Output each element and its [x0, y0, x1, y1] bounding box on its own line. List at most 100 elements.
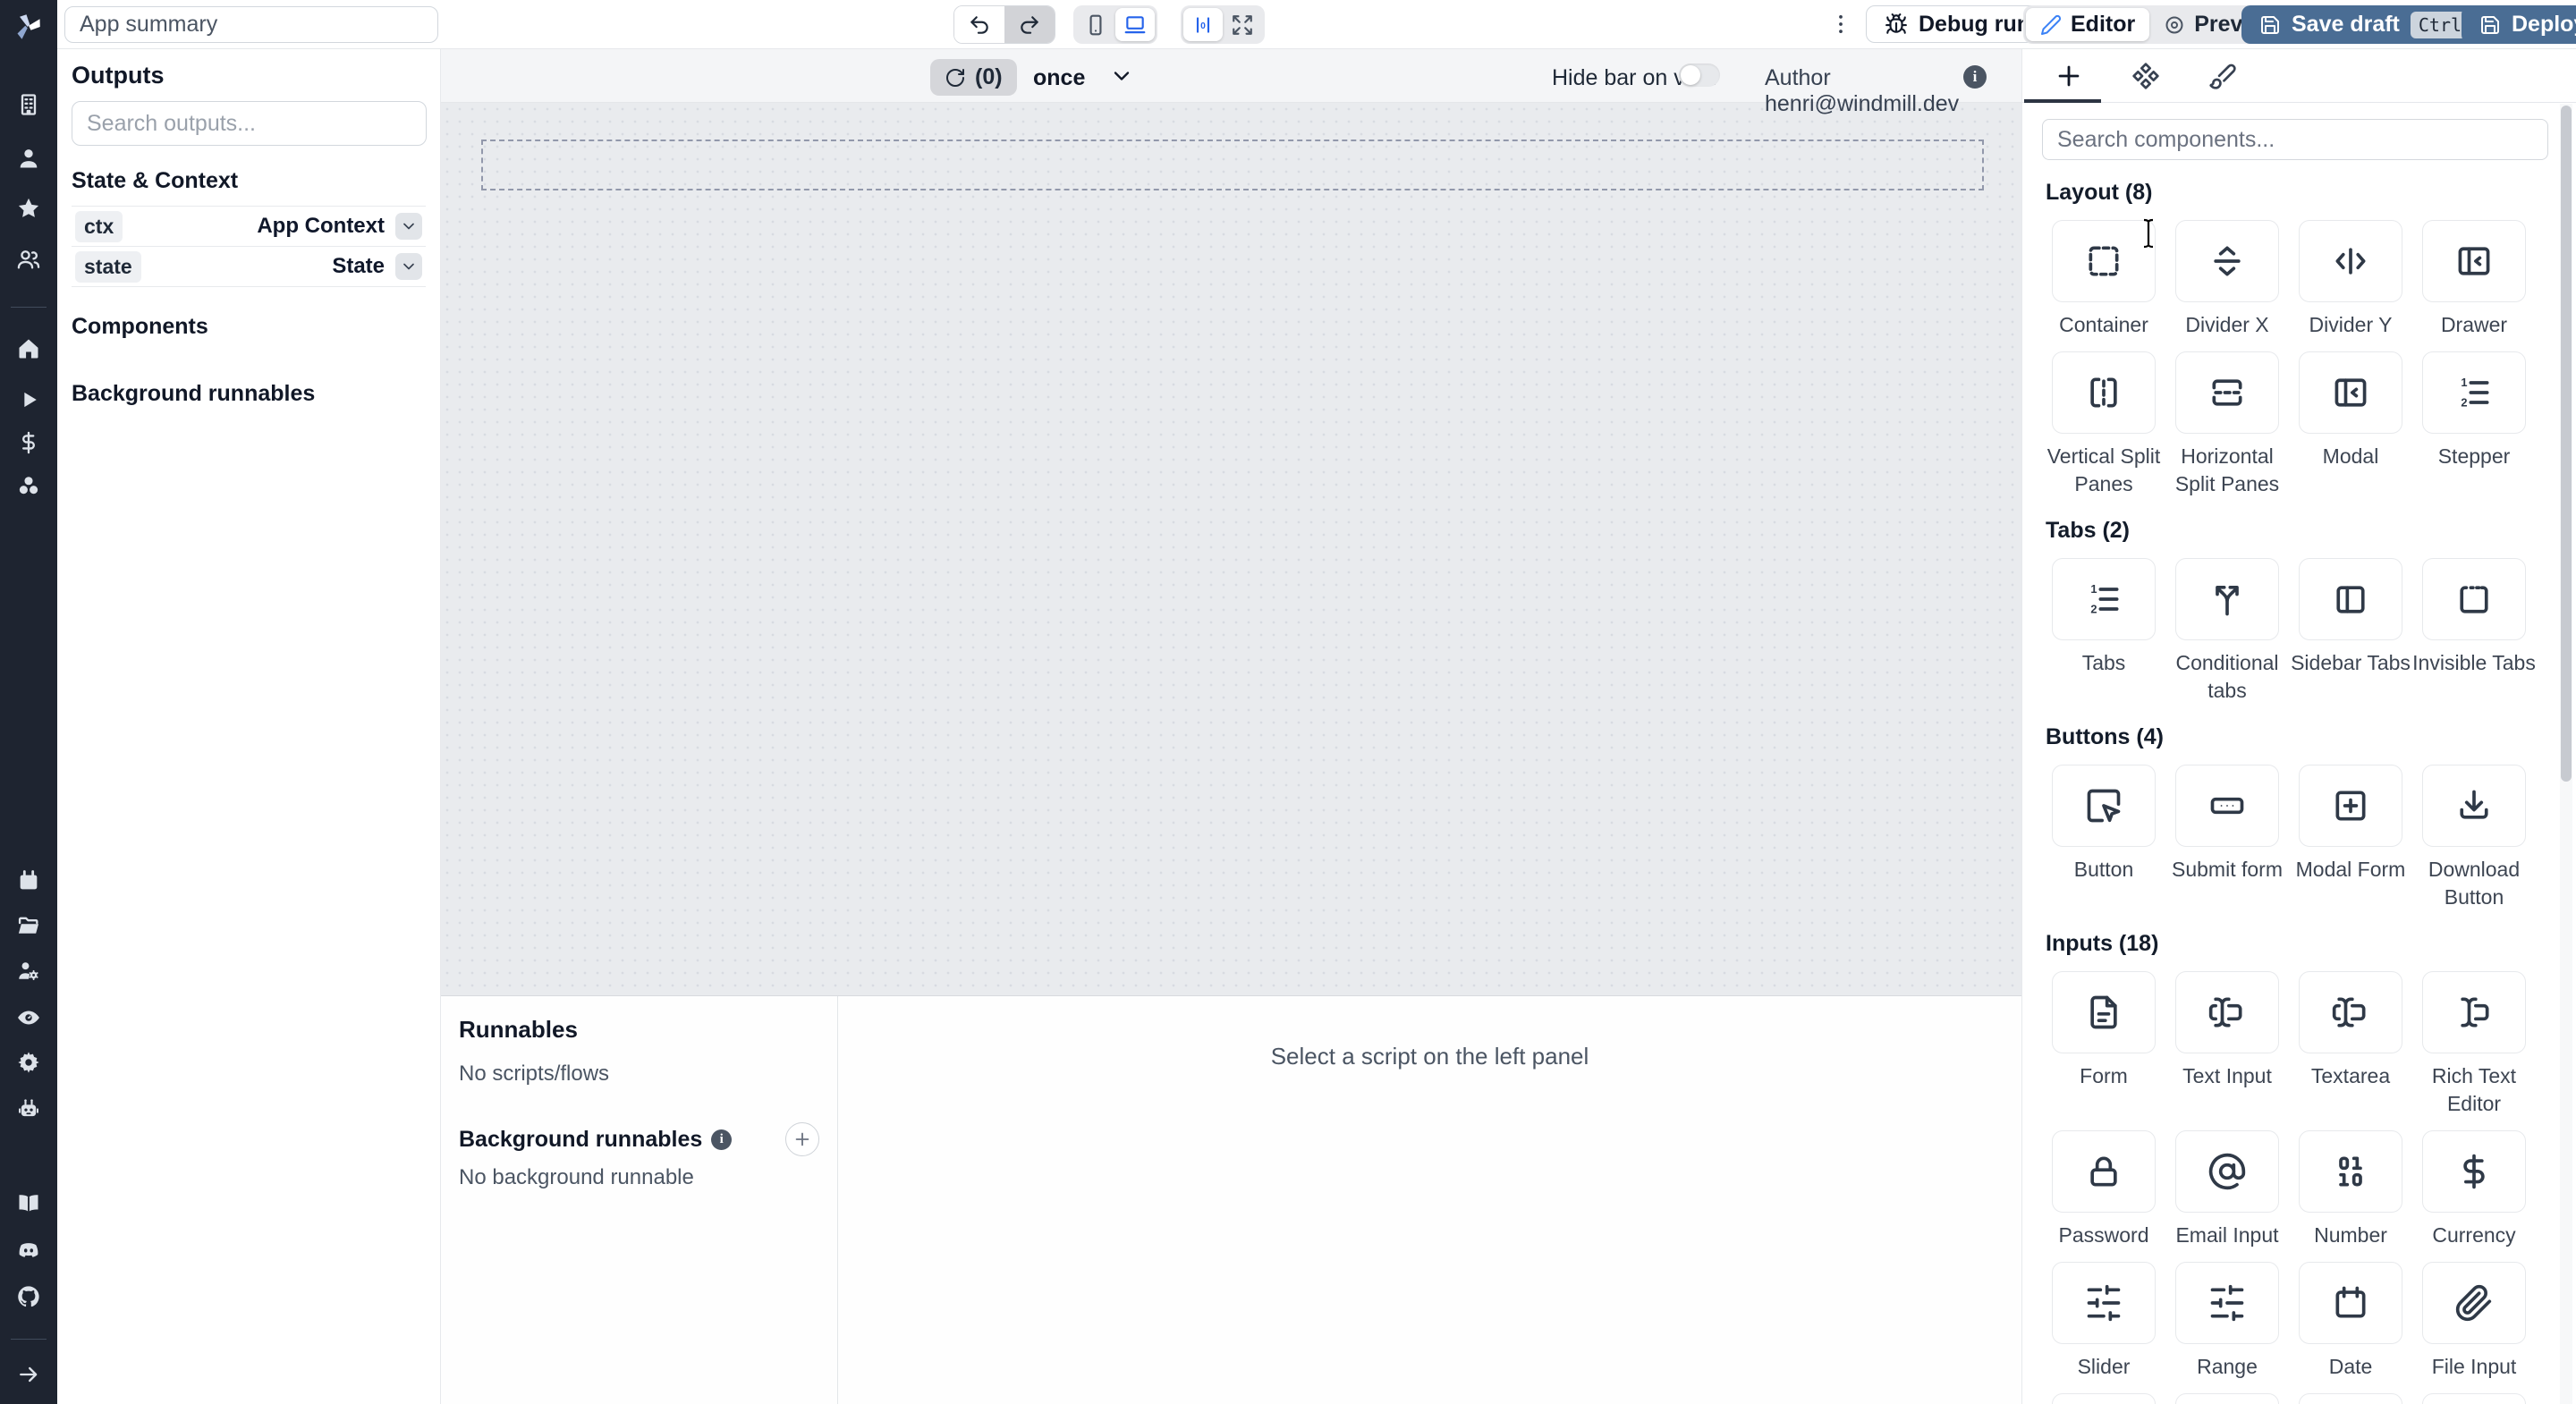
modal-icon[interactable]	[2299, 351, 2402, 434]
chevron-down-icon[interactable]	[395, 253, 422, 280]
folders-icon[interactable]	[16, 913, 41, 938]
component-file-input[interactable]: File Input	[2412, 1262, 2536, 1381]
audit-eye-icon[interactable]	[16, 1005, 41, 1030]
tab-theme-paintbrush-icon[interactable]	[2198, 51, 2248, 101]
component-form[interactable]: Form	[2042, 971, 2165, 1118]
github-icon[interactable]	[16, 1284, 41, 1309]
component-vertical-split-panes[interactable]: Vertical Split Panes	[2042, 351, 2165, 498]
textarea-icon[interactable]	[2299, 971, 2402, 1053]
component-rich-text-editor[interactable]: Rich Text Editor	[2412, 971, 2536, 1118]
tab-insert-component[interactable]	[2044, 51, 2094, 101]
desktop-view-button[interactable]	[1115, 8, 1155, 41]
date-calendar-icon[interactable]	[2299, 1262, 2402, 1344]
settings-gear-icon[interactable]	[16, 1050, 41, 1075]
conditional-tabs-icon[interactable]	[2175, 558, 2279, 640]
search-components-input[interactable]	[2042, 119, 2548, 160]
component-partial[interactable]	[2412, 1393, 2536, 1404]
component-partial[interactable]	[2289, 1393, 2412, 1404]
schedules-calendar-icon[interactable]	[16, 868, 41, 893]
info-icon[interactable]: i	[1963, 65, 1987, 89]
component-sidebar-tabs[interactable]: Sidebar Tabs	[2289, 558, 2412, 705]
ctx-row[interactable]: ctx App Context	[72, 207, 426, 247]
component-submit-form[interactable]: Submit form	[2165, 765, 2289, 911]
component-modal[interactable]: Modal	[2289, 351, 2412, 498]
app-canvas[interactable]	[441, 103, 2021, 995]
component-horizontal-split-panes[interactable]: Horizontal Split Panes	[2165, 351, 2289, 498]
workers-icon[interactable]	[16, 959, 41, 984]
component-range[interactable]: Range	[2165, 1262, 2289, 1381]
resources-boule-icon[interactable]	[16, 473, 41, 503]
number-binary-icon[interactable]	[2299, 1130, 2402, 1213]
tab-components-icon[interactable]	[2121, 51, 2171, 101]
favorites-star-icon[interactable]	[16, 196, 41, 221]
currency-dollar-icon[interactable]	[2422, 1130, 2526, 1213]
file-input-paperclip-icon[interactable]	[2422, 1262, 2526, 1344]
download-icon[interactable]	[2422, 765, 2526, 847]
component-currency[interactable]: Currency	[2412, 1130, 2536, 1249]
component-text-input[interactable]: Text Input	[2165, 971, 2289, 1118]
drawer-icon[interactable]	[2422, 220, 2526, 302]
collapse-arrow-icon[interactable]	[16, 1362, 41, 1387]
mobile-view-button[interactable]	[1076, 8, 1115, 41]
button-icon[interactable]	[2052, 765, 2156, 847]
component-modal-form[interactable]: Modal Form	[2289, 765, 2412, 911]
component-date[interactable]: Date	[2289, 1262, 2412, 1381]
text-input-icon[interactable]	[2175, 971, 2279, 1053]
search-outputs-input[interactable]	[72, 101, 427, 146]
more-menu-icon[interactable]	[1828, 12, 1853, 41]
email-at-icon[interactable]	[2175, 1130, 2279, 1213]
component-conditional-tabs[interactable]: Conditional tabs	[2165, 558, 2289, 705]
recompute-mode-label[interactable]: once	[1033, 65, 1085, 91]
add-background-runnable-button[interactable]	[785, 1122, 819, 1156]
home-icon[interactable]	[16, 336, 41, 361]
component-button[interactable]: Button	[2042, 765, 2165, 911]
runs-play-icon[interactable]	[16, 387, 41, 412]
component-password[interactable]: Password	[2042, 1130, 2165, 1249]
component-email-input[interactable]: Email Input	[2165, 1130, 2289, 1249]
ai-robot-icon[interactable]	[16, 1096, 41, 1121]
component-partial[interactable]	[2042, 1393, 2165, 1404]
undo-button[interactable]	[954, 6, 1004, 43]
chevron-down-icon[interactable]	[1109, 63, 1134, 89]
rich-text-editor-icon[interactable]	[2422, 971, 2526, 1053]
deploy-button[interactable]: Deploy	[2462, 5, 2576, 44]
component-slider[interactable]: Slider	[2042, 1262, 2165, 1381]
form-icon[interactable]	[2052, 971, 2156, 1053]
variables-dollar-icon[interactable]	[16, 430, 41, 455]
vertical-split-icon[interactable]	[2052, 351, 2156, 434]
hide-bar-toggle[interactable]	[1679, 63, 1720, 87]
password-lock-icon[interactable]	[2052, 1130, 2156, 1213]
info-icon[interactable]: i	[711, 1129, 733, 1150]
editor-tab[interactable]: Editor	[2026, 8, 2150, 41]
component-number[interactable]: Number	[2289, 1130, 2412, 1249]
app-summary-input[interactable]	[64, 6, 438, 43]
groups-icon[interactable]	[16, 247, 41, 272]
component-divider-y[interactable]: Divider Y	[2289, 220, 2412, 339]
expand-canvas-button[interactable]	[1223, 8, 1262, 41]
component-divider-x[interactable]: Divider X	[2165, 220, 2289, 339]
modal-form-icon[interactable]	[2299, 765, 2402, 847]
component-tabs[interactable]: 12 Tabs	[2042, 558, 2165, 705]
recompute-button[interactable]: (0)	[930, 59, 1017, 96]
state-row[interactable]: state State	[72, 247, 426, 287]
sidebar-tabs-icon[interactable]	[2299, 558, 2402, 640]
chevron-down-icon[interactable]	[395, 213, 422, 240]
component-invisible-tabs[interactable]: Invisible Tabs	[2412, 558, 2536, 705]
submit-form-icon[interactable]	[2175, 765, 2279, 847]
component-stepper[interactable]: 12 Stepper	[2412, 351, 2536, 498]
component-download-button[interactable]: Download Button	[2412, 765, 2536, 911]
empty-component-placeholder[interactable]	[481, 140, 1984, 190]
stepper-icon[interactable]: 12	[2422, 351, 2526, 434]
workspace-icon[interactable]	[16, 92, 41, 117]
docs-book-icon[interactable]	[16, 1191, 41, 1216]
windmill-logo[interactable]	[11, 9, 47, 49]
user-icon[interactable]	[16, 146, 41, 171]
discord-icon[interactable]	[16, 1238, 41, 1263]
horizontal-split-icon[interactable]	[2175, 351, 2279, 434]
center-canvas-button[interactable]: 0	[1183, 8, 1223, 41]
slider-icon[interactable]	[2052, 1262, 2156, 1344]
range-icon[interactable]	[2175, 1262, 2279, 1344]
component-drawer[interactable]: Drawer	[2412, 220, 2536, 339]
invisible-tabs-icon[interactable]	[2422, 558, 2526, 640]
component-textarea[interactable]: Textarea	[2289, 971, 2412, 1118]
